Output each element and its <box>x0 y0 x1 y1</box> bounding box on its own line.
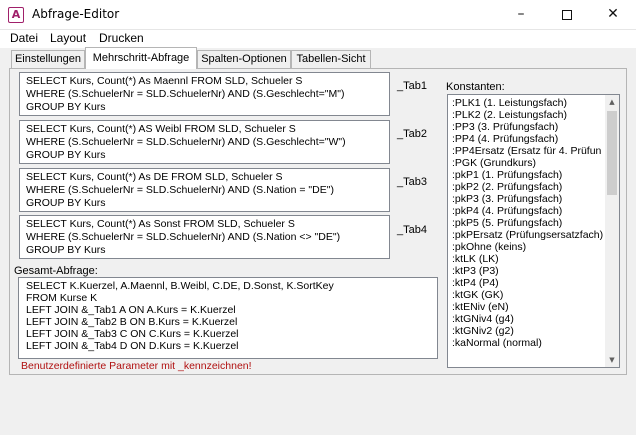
konstanten-scrollbar[interactable]: ▲ ▼ <box>605 95 619 367</box>
query-textarea-tab2[interactable]: SELECT Kurs, Count(*) AS Weibl FROM SLD,… <box>19 120 390 164</box>
konstanten-list-item[interactable]: :ktGK (GK) <box>452 289 607 301</box>
konstanten-list-item[interactable]: :ktLK (LK) <box>452 253 607 265</box>
window-title: Abfrage-Editor <box>32 7 120 21</box>
konstanten-list-item[interactable]: :kaNormal (normal) <box>452 337 607 349</box>
konstanten-list-item[interactable]: :pkOhne (keins) <box>452 241 607 253</box>
maximize-icon <box>562 10 572 20</box>
tab-spalten-optionen[interactable]: Spalten-Optionen <box>197 50 291 68</box>
konstanten-list-item[interactable]: :pkP2 (2. Prüfungsfach) <box>452 181 607 193</box>
chevron-up-icon[interactable]: ▲ <box>605 95 619 109</box>
close-icon: ✕ <box>607 6 619 22</box>
query-textarea-tab4[interactable]: SELECT Kurs, Count(*) As Sonst FROM SLD,… <box>19 215 390 259</box>
konstanten-list-item[interactable]: :PLK2 (2. Leistungsfach) <box>452 109 607 121</box>
tab-mehrschritt-abfrage[interactable]: Mehrschritt-Abfrage <box>85 47 197 69</box>
konstanten-list-item[interactable]: :ktGNiv4 (g4) <box>452 313 607 325</box>
query-name-tab3: _Tab3 <box>397 176 427 188</box>
konstanten-list-item[interactable]: :PLK1 (1. Leistungsfach) <box>452 97 607 109</box>
menu-layout[interactable]: Layout <box>50 31 86 45</box>
query-textarea-tab3[interactable]: SELECT Kurs, Count(*) As DE FROM SLD, Sc… <box>19 168 390 212</box>
menu-drucken[interactable]: Drucken <box>99 31 144 45</box>
konstanten-list-item[interactable]: :pkP4 (4. Prüfungsfach) <box>452 205 607 217</box>
query-name-tab4: _Tab4 <box>397 224 427 236</box>
app-a-icon: A <box>8 7 24 23</box>
gesamt-abfrage-label: Gesamt-Abfrage: <box>14 265 98 277</box>
parameter-hint: Benutzerdefinierte Parameter mit _kennze… <box>21 360 252 372</box>
konstanten-list-item[interactable]: :pkP3 (3. Prüfungsfach) <box>452 193 607 205</box>
maximize-button[interactable] <box>544 0 590 30</box>
konstanten-list-item[interactable]: :pkP5 (5. Prüfungsfach) <box>452 217 607 229</box>
konstanten-list-item[interactable]: :ktP3 (P3) <box>452 265 607 277</box>
konstanten-list-item[interactable]: :pkPErsatz (Prüfungsersatzfach) <box>452 229 607 241</box>
tab-einstellungen[interactable]: Einstellungen <box>11 50 85 68</box>
scrollbar-thumb[interactable] <box>607 111 617 195</box>
konstanten-listbox[interactable]: :PLK1 (1. Leistungsfach):PLK2 (2. Leistu… <box>447 94 620 368</box>
konstanten-list-item[interactable]: :PP3 (3. Prüfungsfach) <box>452 121 607 133</box>
menu-bar: Datei Layout Drucken <box>0 30 636 48</box>
konstanten-list-item[interactable]: :PP4 (4. Prüfungsfach) <box>452 133 607 145</box>
menu-datei[interactable]: Datei <box>10 31 38 45</box>
konstanten-label: Konstanten: <box>446 81 505 93</box>
query-name-tab1: _Tab1 <box>397 80 427 92</box>
konstanten-list-item[interactable]: :pkP1 (1. Prüfungsfach) <box>452 169 607 181</box>
minimize-icon: – <box>517 6 525 22</box>
gesamt-abfrage-textarea[interactable]: SELECT K.Kuerzel, A.Maennl, B.Weibl, C.D… <box>18 277 438 359</box>
konstanten-list-item[interactable]: :PP4Ersatz (Ersatz für 4. Prüfun <box>452 145 607 157</box>
konstanten-items: :PLK1 (1. Leistungsfach):PLK2 (2. Leistu… <box>452 97 607 349</box>
konstanten-list-item[interactable]: :ktGNiv2 (g2) <box>452 325 607 337</box>
query-name-tab2: _Tab2 <box>397 128 427 140</box>
konstanten-list-item[interactable]: :PGK (Grundkurs) <box>452 157 607 169</box>
title-bar: A Abfrage-Editor – ✕ <box>0 0 636 30</box>
konstanten-list-item[interactable]: :ktP4 (P4) <box>452 277 607 289</box>
konstanten-list-item[interactable]: :ktENiv (eN) <box>452 301 607 313</box>
close-button[interactable]: ✕ <box>590 0 636 30</box>
tab-tabellen-sicht[interactable]: Tabellen-Sicht <box>291 50 371 68</box>
query-textarea-tab1[interactable]: SELECT Kurs, Count(*) As Maennl FROM SLD… <box>19 72 390 116</box>
chevron-down-icon[interactable]: ▼ <box>605 353 619 367</box>
minimize-button[interactable]: – <box>498 0 544 30</box>
